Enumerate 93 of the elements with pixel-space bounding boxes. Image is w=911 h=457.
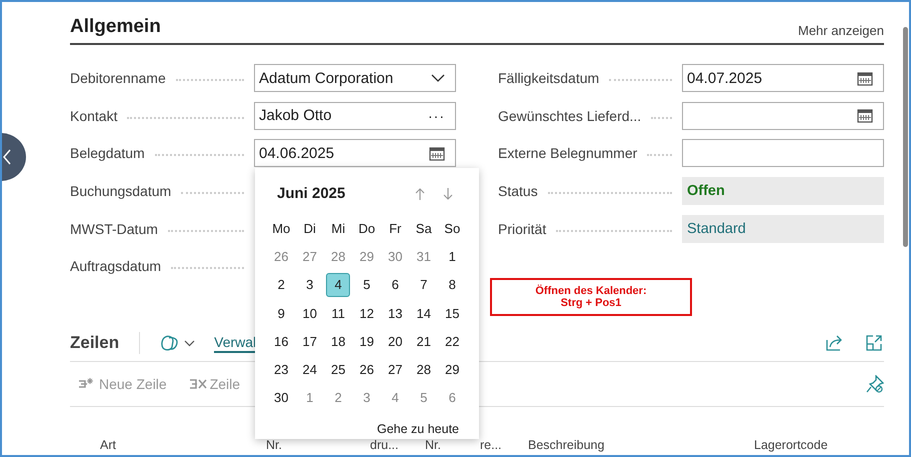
annotation-box: Öffnen des Kalender: Strg + Pos1 xyxy=(490,278,692,316)
date-field[interactable] xyxy=(682,102,884,130)
calendar-day[interactable]: 26 xyxy=(354,358,379,382)
field-label: Kontakt xyxy=(70,108,118,124)
calendar-day[interactable]: 27 xyxy=(298,244,322,268)
calendar-day[interactable]: 21 xyxy=(412,329,436,354)
field-label: Gewünschtes Lieferd... xyxy=(498,108,642,124)
calendar-day[interactable]: 12 xyxy=(354,301,379,326)
calendar-day[interactable]: 18 xyxy=(326,329,350,354)
arrow-up-icon[interactable] xyxy=(415,188,425,200)
calendar-day[interactable]: 10 xyxy=(298,301,322,326)
weekday-label: Di xyxy=(302,220,317,238)
calendar-day[interactable]: 5 xyxy=(354,272,379,297)
field-label: Debitorenname xyxy=(70,70,166,86)
chevron-down-icon xyxy=(431,74,445,82)
calendar-day[interactable]: 31 xyxy=(412,244,436,268)
weekday-label: Mi xyxy=(330,220,346,238)
field-label: Priorität xyxy=(498,220,546,237)
section-title: Allgemein xyxy=(70,16,161,38)
share-icon[interactable] xyxy=(826,335,844,352)
calendar-day[interactable]: 1 xyxy=(440,244,464,268)
calendar-day[interactable]: 3 xyxy=(298,272,322,297)
column-header[interactable]: dru... xyxy=(370,438,398,452)
calendar-day[interactable]: 28 xyxy=(326,244,350,268)
field-label: Status xyxy=(498,183,538,200)
weekday-label: Fr xyxy=(388,220,402,238)
lines-title: Zeilen xyxy=(70,333,120,354)
field-label: Auftragsdatum xyxy=(70,258,162,274)
go-to-today-link[interactable]: Gehe zu heute xyxy=(376,422,459,436)
delete-row-icon xyxy=(188,377,207,392)
column-header[interactable]: Nr. xyxy=(425,438,441,452)
weekday-label: Mo xyxy=(271,220,292,238)
read-only-field: Offen xyxy=(682,177,884,206)
pin-icon[interactable] xyxy=(866,375,884,394)
month-title: Juni 2025 xyxy=(277,185,346,202)
calendar-day[interactable]: 29 xyxy=(354,244,379,268)
calendar-day[interactable]: 3 xyxy=(354,386,379,410)
column-header[interactable]: Art xyxy=(100,438,116,452)
field-label: MWST-Datum xyxy=(70,220,158,237)
scrollbar[interactable] xyxy=(903,27,908,247)
calendar-day[interactable]: 25 xyxy=(326,358,350,382)
input-field[interactable] xyxy=(682,139,884,168)
calendar-day[interactable]: 28 xyxy=(412,358,436,382)
calendar-icon[interactable] xyxy=(857,70,873,86)
calendar-day[interactable]: 16 xyxy=(269,329,294,354)
calendar-day[interactable]: 13 xyxy=(383,301,408,326)
calendar-day[interactable]: 6 xyxy=(383,272,408,297)
show-more-link[interactable]: Mehr anzeigen xyxy=(798,23,884,38)
more-button[interactable]: ··· xyxy=(428,108,445,124)
calendar-day[interactable]: 9 xyxy=(269,301,294,326)
lookup-field[interactable]: Jakob Otto ··· xyxy=(254,102,456,130)
column-header[interactable]: Nr. xyxy=(266,438,282,452)
date-field[interactable]: 04.07.2025 xyxy=(682,64,884,92)
calendar-day[interactable]: 1 xyxy=(298,386,322,410)
calendar-day[interactable]: 6 xyxy=(440,386,464,410)
calendar-day[interactable]: 30 xyxy=(269,386,294,410)
calendar-day[interactable]: 24 xyxy=(298,358,322,382)
dropdown-field[interactable]: Adatum Corporation xyxy=(254,64,456,92)
calendar-day[interactable]: 5 xyxy=(412,386,436,410)
expand-icon[interactable] xyxy=(866,335,882,352)
calendar-day[interactable]: 4 xyxy=(326,272,350,297)
column-header[interactable]: Lagerortcode xyxy=(754,438,828,452)
field-label: Buchungsdatum xyxy=(70,183,172,200)
calendar-day[interactable]: 11 xyxy=(326,301,350,326)
date-field[interactable]: 04.06.2025 xyxy=(254,139,456,168)
calendar-icon[interactable] xyxy=(857,108,873,124)
calendar-day[interactable]: 26 xyxy=(269,244,294,268)
calendar-day[interactable]: 2 xyxy=(326,386,350,410)
calendar-day[interactable]: 30 xyxy=(383,244,408,268)
calendar-day[interactable]: 7 xyxy=(412,272,436,297)
calendar-day[interactable]: 19 xyxy=(354,329,379,354)
calendar-day[interactable]: 29 xyxy=(440,358,464,382)
field-label: Belegdatum xyxy=(70,145,145,162)
weekday-label: So xyxy=(443,220,462,238)
calendar-day[interactable]: 23 xyxy=(269,358,294,382)
arrow-down-icon[interactable] xyxy=(443,188,453,200)
calendar-day[interactable]: 2 xyxy=(269,272,294,297)
calendar-day[interactable]: 22 xyxy=(440,329,464,354)
column-header[interactable]: Beschreibung xyxy=(528,438,604,452)
read-only-field: Standard xyxy=(682,214,884,243)
calendar-day[interactable]: 15 xyxy=(440,301,464,326)
calendar-day[interactable]: 8 xyxy=(440,272,464,297)
column-header[interactable]: re... xyxy=(480,438,502,452)
calendar-day[interactable]: 14 xyxy=(412,301,436,326)
calendar-icon[interactable] xyxy=(429,146,445,161)
weekday-label: Sa xyxy=(414,220,433,238)
calendar-day[interactable]: 17 xyxy=(298,329,322,354)
calendar-day[interactable]: 20 xyxy=(383,329,408,354)
calendar-day[interactable]: 4 xyxy=(383,386,408,410)
weekday-label: Do xyxy=(357,220,376,238)
calendar-day[interactable]: 27 xyxy=(383,358,408,382)
field-label: Externe Belegnummer xyxy=(498,145,638,162)
field-label: Fälligkeitsdatum xyxy=(498,70,600,86)
